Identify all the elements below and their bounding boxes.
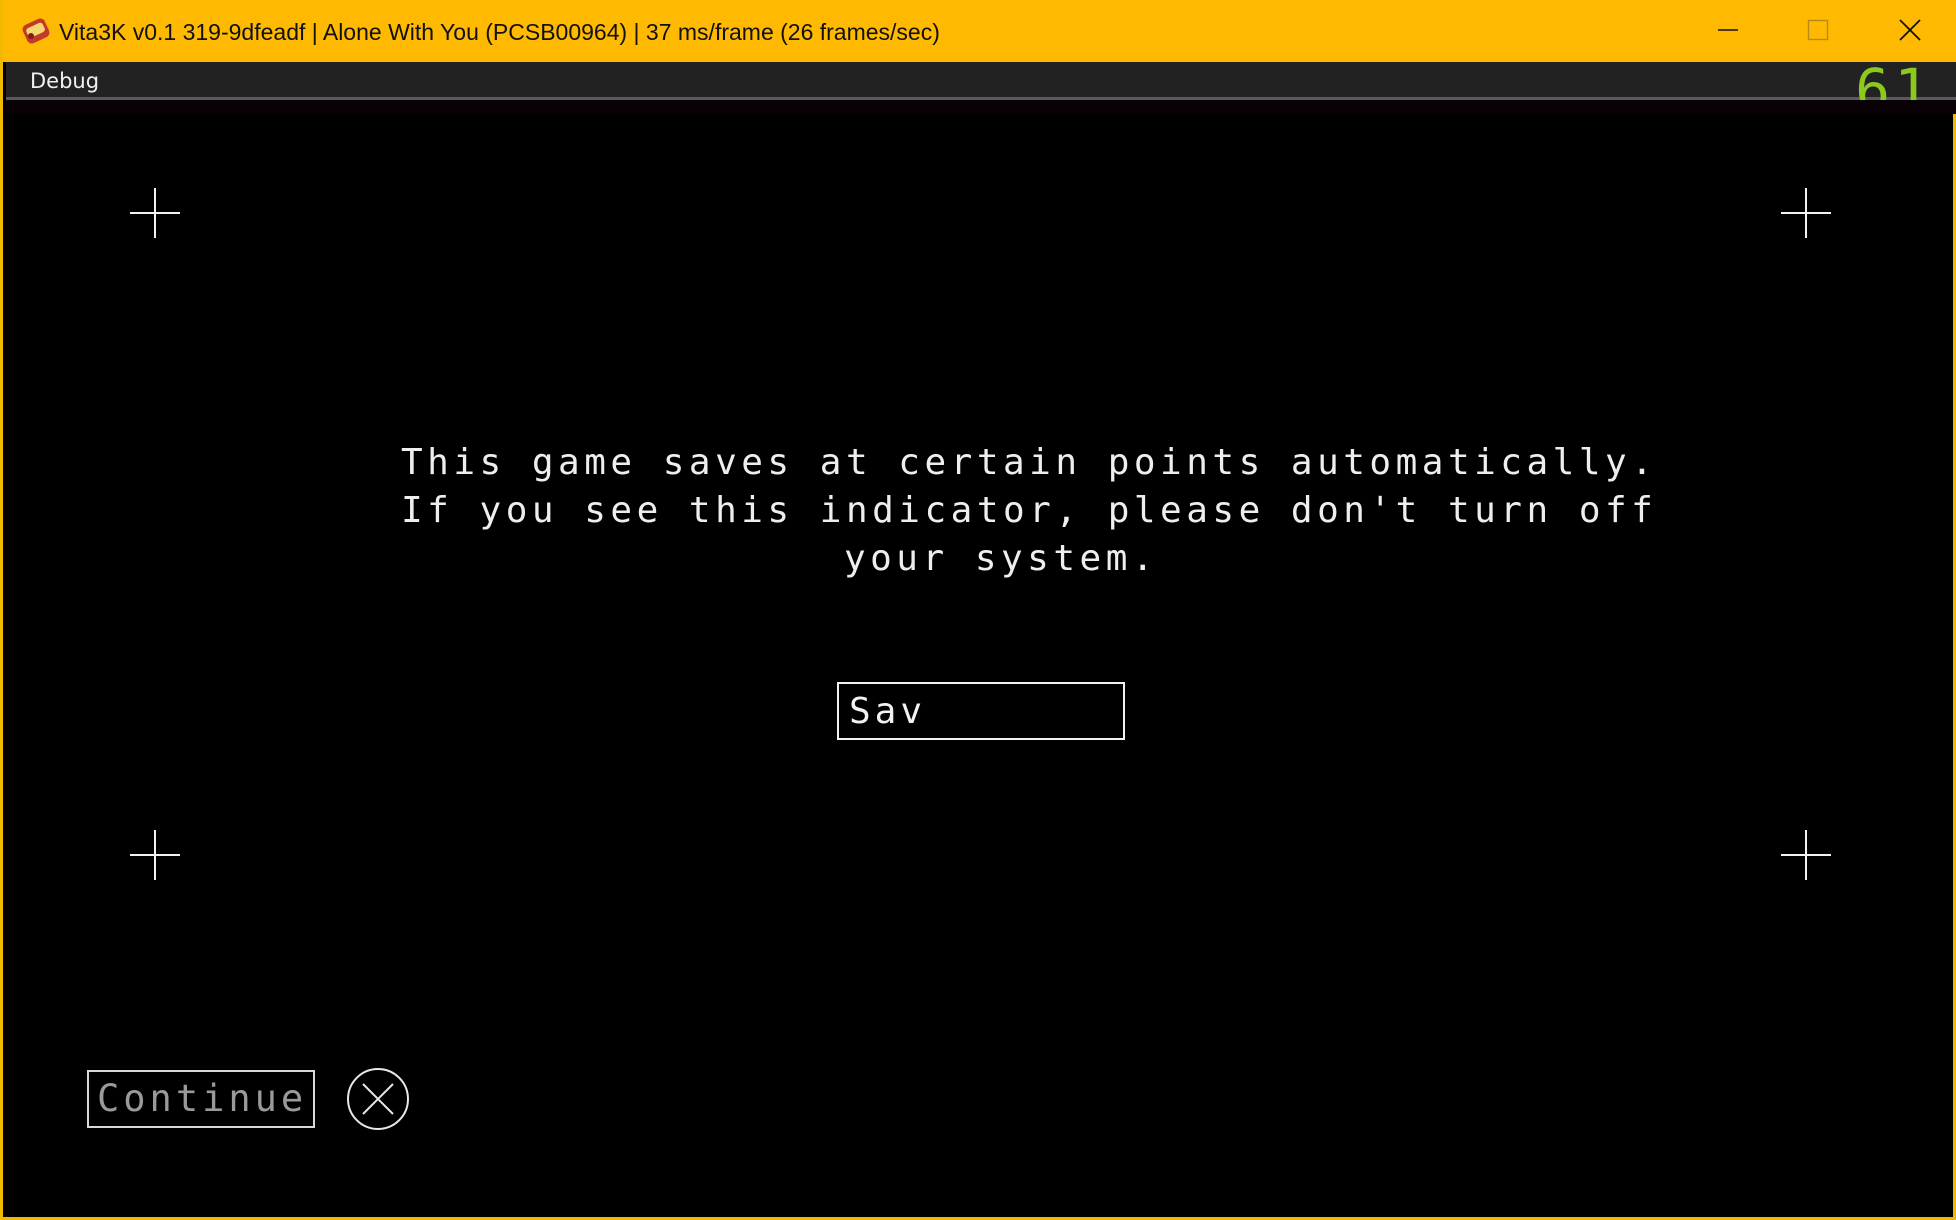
minimize-button[interactable] [1683, 0, 1773, 62]
autosave-notice: This game saves at certain points automa… [401, 439, 1658, 583]
menu-divider [6, 100, 1956, 114]
menu-bar: Debug [6, 62, 1956, 100]
notice-line: This game saves at certain points automa… [401, 442, 1658, 483]
cross-button-icon[interactable] [345, 1066, 411, 1132]
crosshair-icon [130, 188, 180, 238]
close-icon [1899, 19, 1921, 41]
game-screen[interactable]: This game saves at certain points automa… [21, 114, 1941, 1202]
notice-line: If you see this indicator, please don't … [401, 490, 1658, 531]
continue-button[interactable]: Continue [87, 1070, 315, 1128]
emulator-window: Vita3K v0.1 319-9dfeadf | Alone With You… [0, 0, 1956, 1220]
title-bar[interactable]: Vita3K v0.1 319-9dfeadf | Alone With You… [3, 0, 1956, 62]
notice-line: your system. [843, 538, 1159, 579]
maximize-button[interactable] [1773, 0, 1863, 62]
crosshair-icon [1781, 188, 1831, 238]
window-title: Vita3K v0.1 319-9dfeadf | Alone With You… [59, 19, 940, 45]
maximize-icon [1807, 19, 1829, 41]
vita3k-logo-icon [22, 18, 50, 44]
minimize-icon [1718, 29, 1738, 31]
crosshair-icon [130, 830, 180, 880]
save-indicator: Sav [837, 682, 1125, 740]
menu-debug[interactable]: Debug [30, 62, 99, 98]
close-button[interactable] [1863, 0, 1953, 62]
crosshair-icon [1781, 830, 1831, 880]
